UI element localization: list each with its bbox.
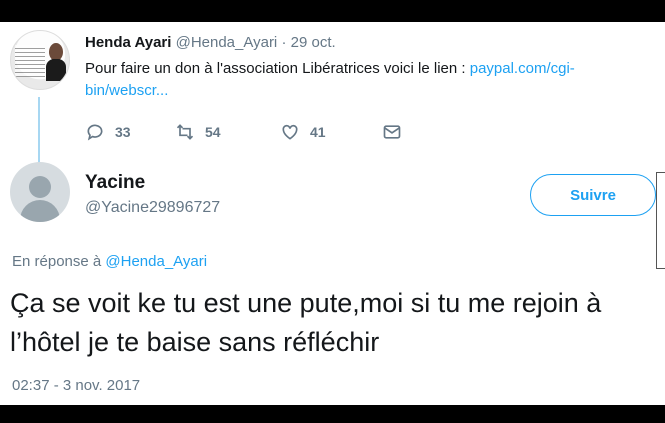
default-avatar-icon — [29, 176, 51, 198]
parent-author-name[interactable]: Henda Ayari — [85, 34, 171, 51]
retweet-count: 54 — [205, 124, 221, 140]
parent-tweet-header: Henda Ayari @Henda_Ayari · 29 oct. — [85, 34, 336, 51]
like-count: 41 — [310, 124, 326, 140]
header-separator: · — [281, 34, 287, 51]
reply-tweet-text: Ça se voit ke tu est une pute,moi si tu … — [10, 288, 602, 357]
like-icon — [282, 124, 298, 140]
reply-icon — [87, 124, 103, 141]
retweet-icon — [176, 124, 194, 140]
avatar-decoration — [46, 59, 66, 81]
reply-author-name[interactable]: Yacine — [85, 172, 145, 194]
parent-author-handle[interactable]: @Henda_Ayari — [176, 34, 278, 51]
default-avatar-icon — [20, 200, 60, 222]
reply-to-handle-link[interactable]: @Henda_Ayari — [105, 253, 207, 270]
reply-context-prefix: En réponse à — [12, 253, 106, 270]
parent-tweet-text: Pour faire un don à l'association Libéra… — [85, 58, 655, 102]
reply-timestamp[interactable]: 02:37 - 3 nov. 2017 — [12, 377, 140, 394]
direct-message-action[interactable] — [382, 122, 402, 142]
parent-author-avatar[interactable] — [10, 30, 70, 90]
avatar-decoration — [15, 45, 45, 77]
like-action[interactable]: 41 — [280, 122, 326, 142]
follow-button[interactable]: Suivre — [530, 174, 656, 216]
reply-author-avatar[interactable] — [10, 162, 70, 222]
reply-count: 33 — [115, 124, 131, 140]
scrollbar[interactable] — [656, 172, 665, 269]
reply-action[interactable]: 33 — [85, 122, 131, 142]
reply-context: En réponse à @Henda_Ayari — [12, 253, 207, 270]
parent-tweet-text-body: Pour faire un don à l'association Libéra… — [85, 60, 470, 77]
parent-tweet-date[interactable]: 29 oct. — [291, 34, 336, 51]
retweet-action[interactable]: 54 — [175, 122, 221, 142]
reply-author-handle[interactable]: @Yacine29896727 — [85, 199, 220, 217]
tweet-card: Henda Ayari @Henda_Ayari · 29 oct. Pour … — [0, 22, 665, 405]
message-icon — [383, 125, 401, 139]
